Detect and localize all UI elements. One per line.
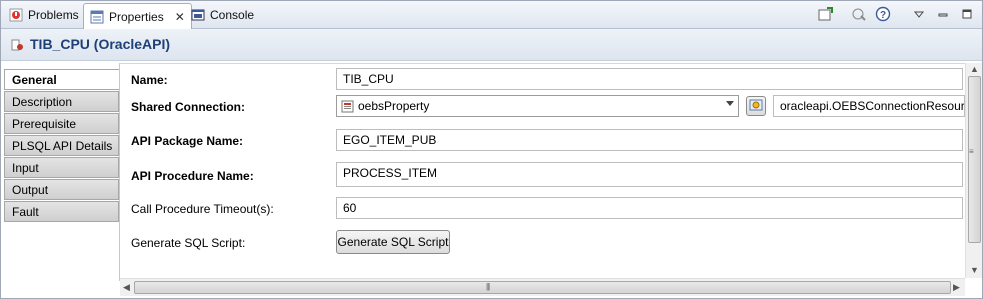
shared-connection-value: oebsProperty	[358, 99, 430, 113]
sidebar-item-prerequisite[interactable]: Prerequisite	[4, 113, 119, 134]
sidebar-item-description[interactable]: Description	[4, 91, 119, 112]
view-tab-bar: Problems Properties ✕ Console ?	[1, 1, 982, 29]
scroll-right-icon[interactable]: ▶	[953, 282, 960, 293]
tab-console[interactable]: Console	[185, 3, 260, 27]
scroll-down-icon[interactable]: ▼	[970, 265, 979, 275]
api-package-name-field[interactable]: EGO_ITEM_PUB	[336, 129, 963, 151]
shared-connection-select[interactable]: oebsProperty	[336, 95, 739, 117]
vertical-scroll-thumb[interactable]	[968, 76, 981, 243]
browse-connection-button[interactable]	[746, 96, 766, 116]
sync-icon[interactable]	[850, 5, 868, 23]
help-icon[interactable]: ?	[874, 5, 892, 23]
page-title: TIB_CPU (OracleAPI)	[30, 36, 171, 52]
sidebar-item-fault[interactable]: Fault	[4, 201, 119, 222]
name-label: Name:	[131, 73, 168, 87]
sidebar-item-output[interactable]: Output	[4, 179, 119, 200]
browse-resource-icon	[749, 98, 763, 115]
sidebar-item-input[interactable]: Input	[4, 157, 119, 178]
view-toolbar: ?	[816, 5, 976, 23]
api-procedure-name-field[interactable]: PROCESS_ITEM	[336, 162, 963, 187]
general-form: Name: TIB_CPU Shared Connection: oebsPro…	[119, 63, 966, 281]
name-field[interactable]: TIB_CPU	[336, 68, 963, 90]
horizontal-scrollbar[interactable]: ◀ ||| ▶	[120, 278, 965, 296]
connection-icon	[341, 100, 354, 116]
vertical-scrollbar[interactable]: ▲ ≡ ▼	[965, 63, 982, 278]
tab-problems-label: Problems	[28, 8, 79, 22]
activity-icon	[10, 38, 24, 55]
chevron-down-icon[interactable]	[726, 101, 734, 106]
shared-connection-label: Shared Connection:	[131, 100, 246, 114]
generate-sql-label: Generate SQL Script:	[131, 236, 246, 250]
console-icon	[191, 8, 205, 22]
scroll-left-icon[interactable]: ◀	[123, 282, 130, 293]
properties-view: Problems Properties ✕ Console ? TIB_CPU …	[0, 0, 983, 299]
scroll-grip-icon: |||	[486, 282, 490, 291]
tab-properties-label: Properties	[109, 9, 164, 24]
tab-problems[interactable]: Problems	[3, 3, 85, 27]
connection-resource-field[interactable]: oracleapi.OEBSConnectionResource	[773, 95, 965, 117]
problems-icon	[9, 8, 23, 22]
horizontal-scroll-thumb[interactable]	[134, 281, 951, 294]
svg-text:?: ?	[880, 10, 886, 21]
api-procedure-name-label: API Procedure Name:	[131, 169, 254, 183]
call-timeout-label: Call Procedure Timeout(s):	[131, 202, 274, 216]
properties-title-bar: TIB_CPU (OracleAPI)	[1, 29, 982, 61]
pin-editor-icon[interactable]	[816, 5, 834, 23]
call-timeout-field[interactable]: 60	[336, 197, 963, 219]
minimize-icon[interactable]	[934, 5, 952, 23]
close-icon[interactable]: ✕	[175, 10, 185, 24]
sidebar-item-general[interactable]: General	[4, 69, 119, 90]
tab-console-label: Console	[210, 8, 255, 22]
scroll-grip-icon: ≡	[969, 147, 974, 156]
properties-icon	[90, 10, 104, 24]
api-package-name-label: API Package Name:	[131, 134, 244, 148]
maximize-icon[interactable]	[958, 5, 976, 23]
section-sidebar: General Description Prerequisite PLSQL A…	[4, 69, 119, 280]
tab-properties[interactable]: Properties ✕	[83, 3, 192, 29]
scroll-up-icon[interactable]: ▲	[970, 64, 979, 74]
sidebar-item-plsql-api-details[interactable]: PLSQL API Details	[4, 135, 119, 156]
view-menu-icon[interactable]	[910, 5, 928, 23]
generate-sql-script-button[interactable]: Generate SQL Script	[336, 230, 450, 254]
